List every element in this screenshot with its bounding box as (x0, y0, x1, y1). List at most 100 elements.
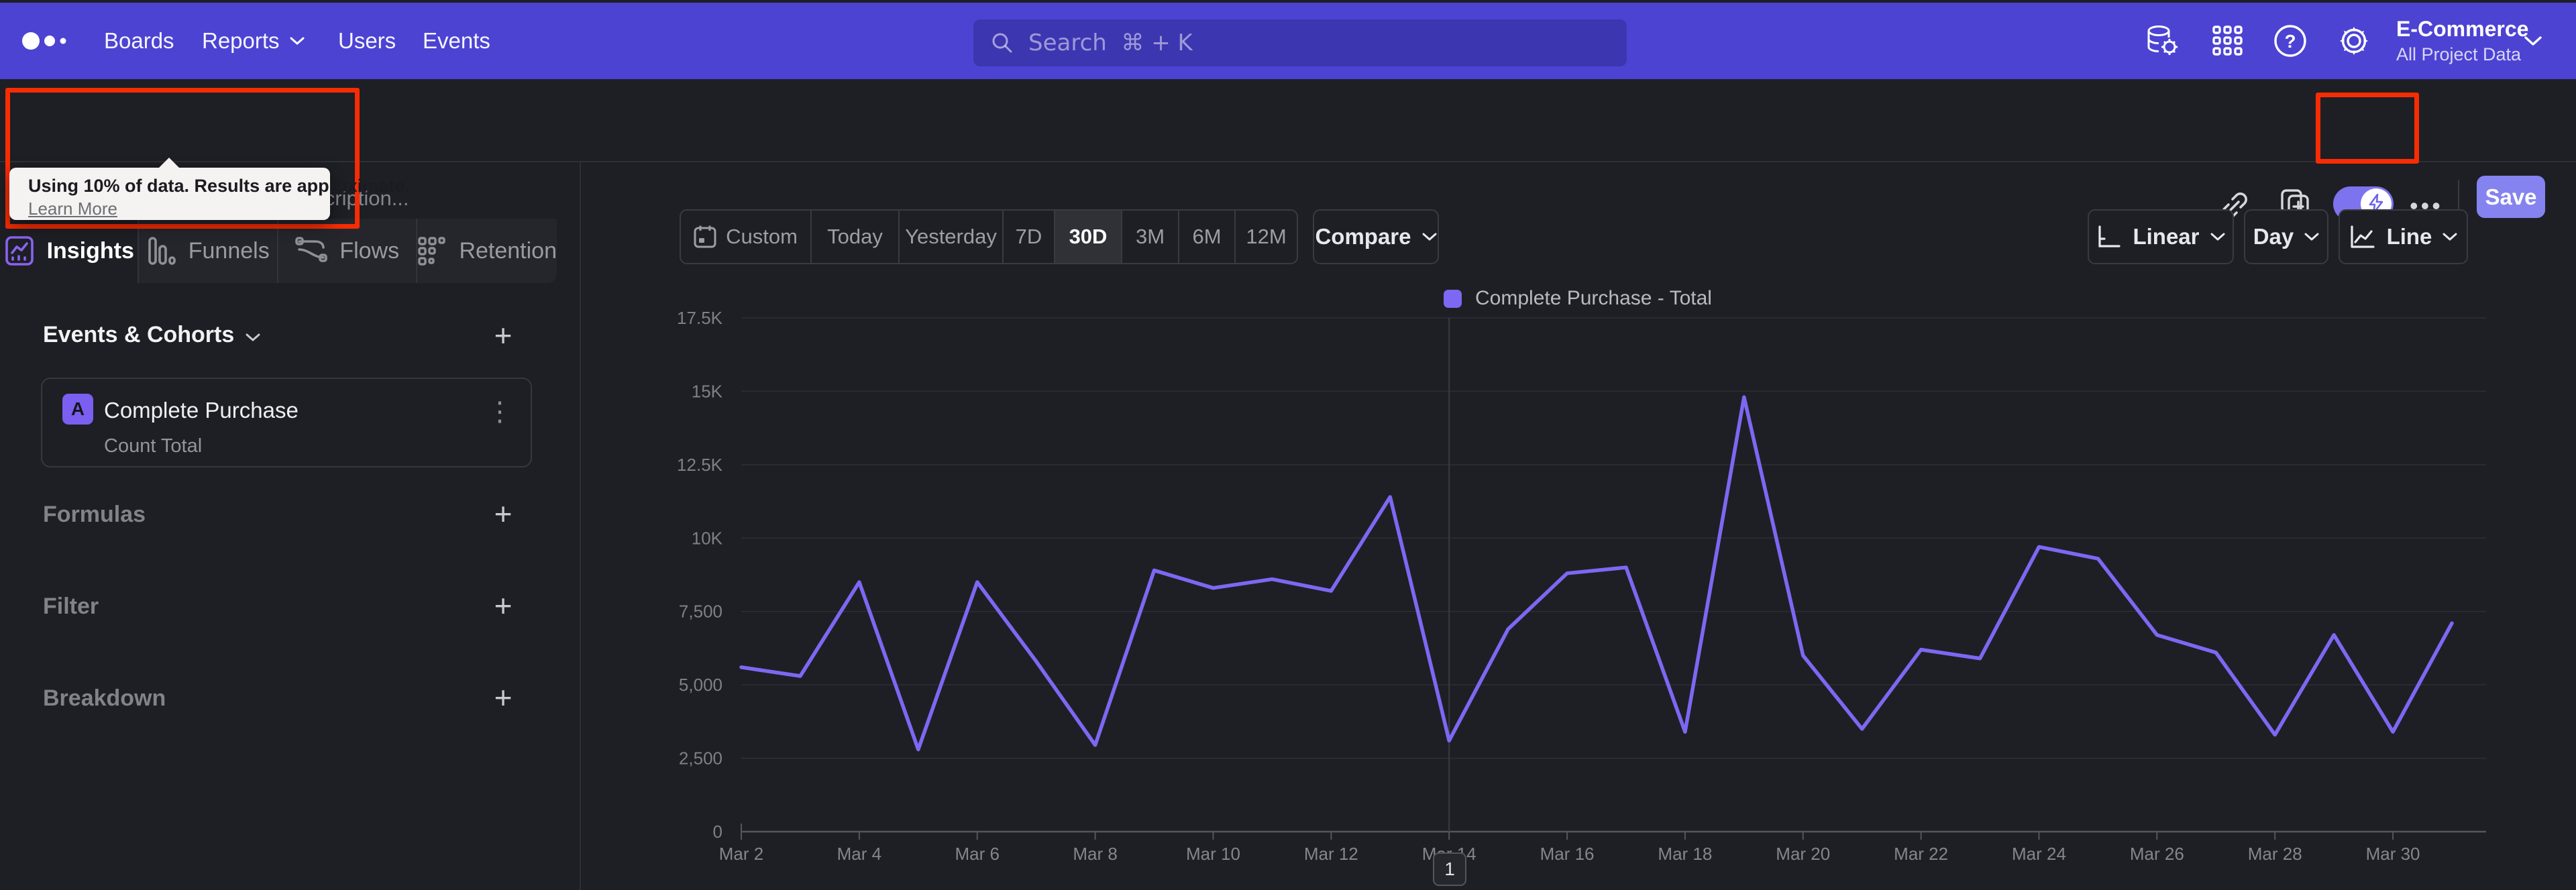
report-type-tabs: Insights Funnels Flows Retention (0, 219, 557, 283)
range-7d[interactable]: 7D (1004, 211, 1055, 263)
svg-text:Mar 4: Mar 4 (837, 844, 881, 864)
interval-label: Day (2253, 224, 2294, 249)
chart-type-label: Line (2386, 224, 2432, 249)
save-button[interactable]: Save (2477, 176, 2545, 218)
filter-header: Filter (43, 594, 99, 619)
global-search[interactable] (973, 19, 1627, 66)
svg-text:Mar 16: Mar 16 (1540, 844, 1595, 864)
range-today[interactable]: Today (812, 211, 900, 263)
mixpanel-logo[interactable] (21, 3, 75, 79)
event-series-badge: A (62, 394, 93, 425)
compare-label: Compare (1315, 224, 1411, 249)
svg-text:Mar 12: Mar 12 (1304, 844, 1358, 864)
events-cohorts-label: Events & Cohorts (43, 322, 235, 347)
report-title-bar: Untitled Sampled + Add description... (0, 79, 2576, 221)
tab-label: Insights (46, 237, 134, 264)
chart-type-selector[interactable]: Line (2339, 209, 2468, 264)
add-event-button[interactable]: + (488, 318, 518, 353)
svg-text:Mar 20: Mar 20 (1776, 844, 1830, 864)
scale-label: Linear (2133, 224, 2200, 249)
linear-axis-icon (2098, 225, 2121, 247)
events-cohorts-header[interactable]: Events & Cohorts (43, 322, 261, 348)
mixpanel-app: Boards Reports Users Events Search ⌘ + K… (0, 0, 2576, 890)
tab-funnels[interactable]: Funnels (139, 219, 278, 283)
data-management-icon[interactable] (2144, 3, 2179, 79)
range-label: 6M (1192, 225, 1222, 248)
nav-item-label: Events (423, 28, 490, 53)
event-metric[interactable]: Count Total (104, 435, 202, 457)
range-12m[interactable]: 12M (1236, 211, 1297, 263)
svg-text:?: ? (2284, 31, 2296, 52)
range-label: Custom (726, 225, 798, 248)
nav-item-label: Users (338, 28, 396, 53)
kebab-menu-icon[interactable]: ⋮ (486, 396, 513, 427)
event-name[interactable]: Complete Purchase (104, 398, 299, 423)
range-3m[interactable]: 3M (1122, 211, 1179, 263)
range-6m[interactable]: 6M (1179, 211, 1236, 263)
range-label: Yesterday (905, 225, 997, 248)
nav-item-events[interactable]: Events (423, 3, 490, 79)
svg-text:0: 0 (713, 822, 722, 842)
add-filter-button[interactable]: + (488, 588, 518, 623)
add-breakdown-button[interactable]: + (488, 680, 518, 715)
svg-text:7,500: 7,500 (679, 602, 722, 622)
gear-icon (2340, 27, 2368, 55)
svg-text:12.5K: 12.5K (677, 455, 723, 475)
tooltip-text: Using 10% of data. Results are approxima… (28, 176, 410, 196)
range-label: 3M (1135, 225, 1165, 248)
settings-icon[interactable] (2336, 3, 2372, 79)
panel-divider (580, 162, 581, 890)
event-card[interactable]: A Complete Purchase Count Total ⋮ (41, 378, 532, 467)
chevron-down-icon (246, 333, 260, 341)
svg-text:Mar 8: Mar 8 (1073, 844, 1117, 864)
database-gear-icon (2147, 25, 2178, 55)
date-range-group: Custom Today Yesterday 7D 30D 3M 6M 12M (680, 209, 1298, 264)
tab-insights[interactable]: Insights (0, 219, 140, 283)
svg-text:Mar 18: Mar 18 (1658, 844, 1712, 864)
nav-item-label: Reports (202, 28, 280, 53)
project-scope: All Project Data (2396, 44, 2522, 64)
retention-icon (418, 237, 446, 266)
svg-text:2,500: 2,500 (679, 748, 722, 769)
scale-selector[interactable]: Linear (2088, 209, 2234, 264)
add-formula-button[interactable]: + (488, 496, 518, 531)
learn-more-link[interactable]: Learn More (28, 199, 117, 219)
help-icon[interactable]: ? (2273, 3, 2308, 79)
flows-icon (295, 237, 328, 262)
sampling-tooltip: Using 10% of data. Results are approxima… (9, 158, 410, 220)
compare-button[interactable]: Compare (1313, 209, 1439, 264)
insights-icon (5, 236, 34, 266)
range-label: 12M (1246, 225, 1287, 248)
tab-retention[interactable]: Retention (417, 219, 557, 283)
nav-item-reports[interactable]: Reports (202, 3, 305, 79)
interval-selector[interactable]: Day (2244, 209, 2328, 264)
tab-flows[interactable]: Flows (278, 219, 418, 283)
nav-item-boards[interactable]: Boards (104, 3, 174, 79)
range-30d[interactable]: 30D (1055, 211, 1122, 263)
range-custom[interactable]: Custom (681, 211, 812, 263)
range-label: 7D (1015, 225, 1042, 248)
logo-dots-icon (22, 32, 66, 50)
calendar-icon (694, 225, 716, 248)
grid-icon (2212, 25, 2243, 56)
apps-grid-icon[interactable] (2212, 3, 2243, 79)
project-chevron[interactable] (2524, 3, 2542, 79)
line-chart[interactable]: 0 2,500 5,000 7,500 10K 12.5K 15K 17.5K Mar 2 Mar… (671, 302, 2509, 879)
nav-item-label: Boards (104, 28, 174, 53)
search-input[interactable] (1027, 29, 1609, 57)
line-chart-icon (2350, 225, 2375, 248)
question-circle-icon: ? (2274, 25, 2306, 57)
range-yesterday[interactable]: Yesterday (900, 211, 1004, 263)
pagination-page-1[interactable]: 1 (1433, 852, 1466, 886)
tab-label: Funnels (188, 237, 270, 264)
svg-text:Mar 30: Mar 30 (2366, 844, 2420, 864)
svg-text:17.5K: 17.5K (677, 308, 723, 328)
header-divider (0, 161, 2576, 162)
tab-label: Retention (459, 237, 557, 264)
project-switcher[interactable]: E-Commerce All Project Data (2396, 3, 2528, 79)
chevron-down-icon (2210, 233, 2225, 240)
chevron-down-icon (2304, 233, 2319, 240)
svg-text:10K: 10K (692, 528, 723, 548)
top-nav-bar: Boards Reports Users Events Search ⌘ + K… (0, 3, 2576, 79)
nav-item-users[interactable]: Users (338, 3, 396, 79)
